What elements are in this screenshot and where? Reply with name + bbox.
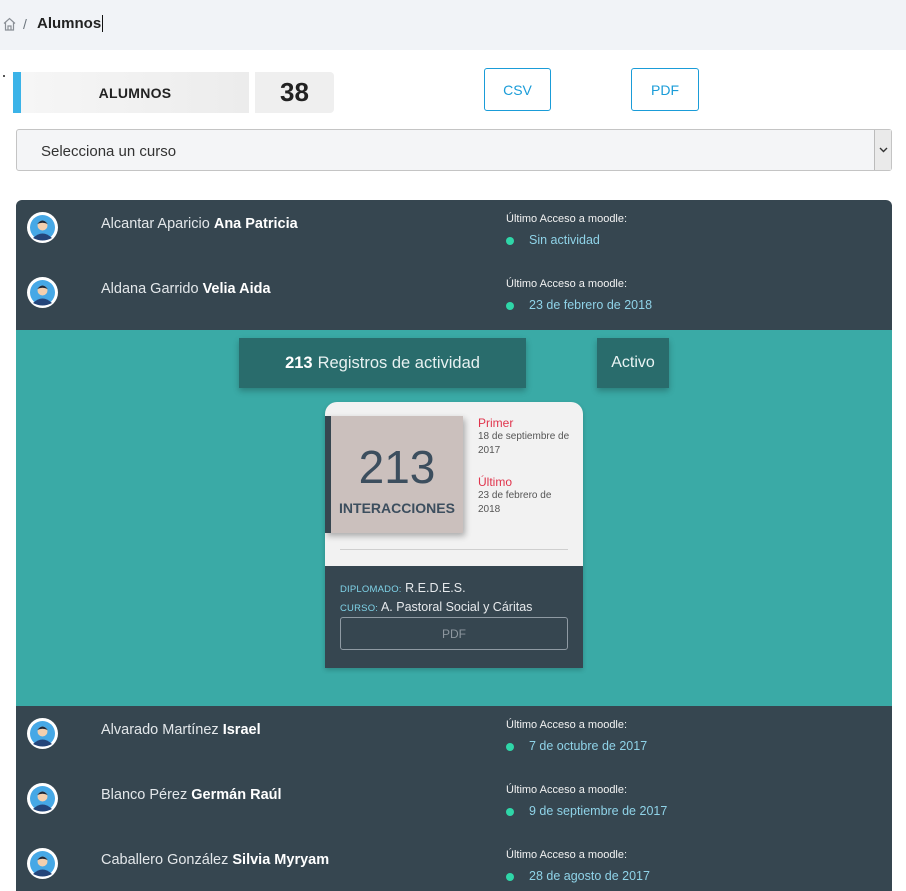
interactions-label: INTERACCIONES [339,500,455,516]
breadcrumb: / Alumnos [0,0,906,50]
last-access-value: 28 de agosto de 2017 [529,869,650,883]
student-row[interactable]: Alcantar Aparicio Ana Patricia Último Ac… [16,200,892,265]
course-card: 213 INTERACCIONES Primer 18 de septiembr… [325,402,583,668]
first-access-label: Primer [478,416,514,430]
student-row[interactable]: Alvarado Martínez Israel Último Acceso a… [16,706,892,771]
course-info: CURSO: A. Pastoral Social y Cáritas [340,600,532,614]
last-access-label: Último Acceso a moodle: [506,784,628,796]
last-access-label: Último Acceso a moodle: [506,213,628,225]
card-pdf-button[interactable]: PDF [340,617,568,650]
pdf-button[interactable]: PDF [631,68,699,111]
course-select-value: Selecciona un curso [41,143,177,160]
diploma-label: DIPLOMADO: [340,584,402,595]
status-dot [506,808,514,816]
course-select[interactable]: Selecciona un curso [16,129,892,171]
home-icon[interactable] [3,17,16,31]
status-dot [506,743,514,751]
breadcrumb-current: Alumnos [37,15,104,32]
last-access-value: Sin actividad [529,233,600,247]
last-access-label: Último Acceso a moodle: [506,278,628,290]
course-value: A. Pastoral Social y Cáritas [380,600,533,614]
diploma-value: R.E.D.E.S. [405,581,466,595]
student-name[interactable]: Alvarado Martínez Israel [101,722,261,738]
student-name[interactable]: Caballero González Silvia Myryam [101,852,329,868]
divider [340,549,568,550]
status-dot [506,237,514,245]
student-row[interactable]: Caballero González Silvia Myryam Último … [16,836,892,891]
students-count: 38 [255,72,334,113]
student-row[interactable]: Blanco Pérez Germán Raúl Último Acceso a… [16,771,892,836]
breadcrumb-separator: / [23,16,27,32]
activity-records-count: 213 [285,353,313,372]
status-dot [506,302,514,310]
student-name[interactable]: Blanco Pérez Germán Raúl [101,787,282,803]
student-list: Alcantar Aparicio Ana Patricia Último Ac… [16,200,892,891]
student-name[interactable]: Alcantar Aparicio Ana Patricia [101,216,298,232]
course-card-footer: DIPLOMADO: R.E.D.E.S. CURSO: A. Pastoral… [325,566,583,668]
last-access-value: 7 de octubre de 2017 [529,739,648,753]
interactions-box: 213 INTERACCIONES [325,416,463,533]
csv-button[interactable]: CSV [484,68,551,111]
student-row[interactable]: Aldana Garrido Velia Aida Último Acceso … [16,265,892,330]
avatar-icon [27,848,58,879]
last-access-label: Último [478,475,513,489]
students-label: ALUMNOS [13,72,249,113]
first-access-date: 18 de septiembre de 2017 [478,431,570,456]
last-access-label: Último Acceso a moodle: [506,849,628,861]
student-detail-panel: 213 Registros de actividad Activo 213 IN… [16,330,892,706]
status-badge: Activo [597,338,669,388]
last-access-value: 9 de septiembre de 2017 [529,804,668,818]
avatar-icon [27,718,58,749]
student-name[interactable]: Aldana Garrido Velia Aida [101,281,271,297]
last-access-value: 23 de febrero de 2018 [529,298,653,312]
avatar-icon [27,277,58,308]
avatar-icon [27,212,58,243]
decorative-dot [3,75,5,77]
last-access-date: 23 de febrero de 2018 [478,490,552,515]
course-label: CURSO: [340,603,379,614]
status-dot [506,873,514,881]
last-access-label: Último Acceso a moodle: [506,719,628,731]
chevron-down-icon[interactable] [874,130,891,170]
interactions-count: 213 [358,441,436,493]
avatar-icon [27,783,58,814]
activity-records-badge: 213 Registros de actividad [239,338,526,388]
activity-records-label: Registros de actividad [317,353,480,372]
diploma-info: DIPLOMADO: R.E.D.E.S. [340,581,466,595]
